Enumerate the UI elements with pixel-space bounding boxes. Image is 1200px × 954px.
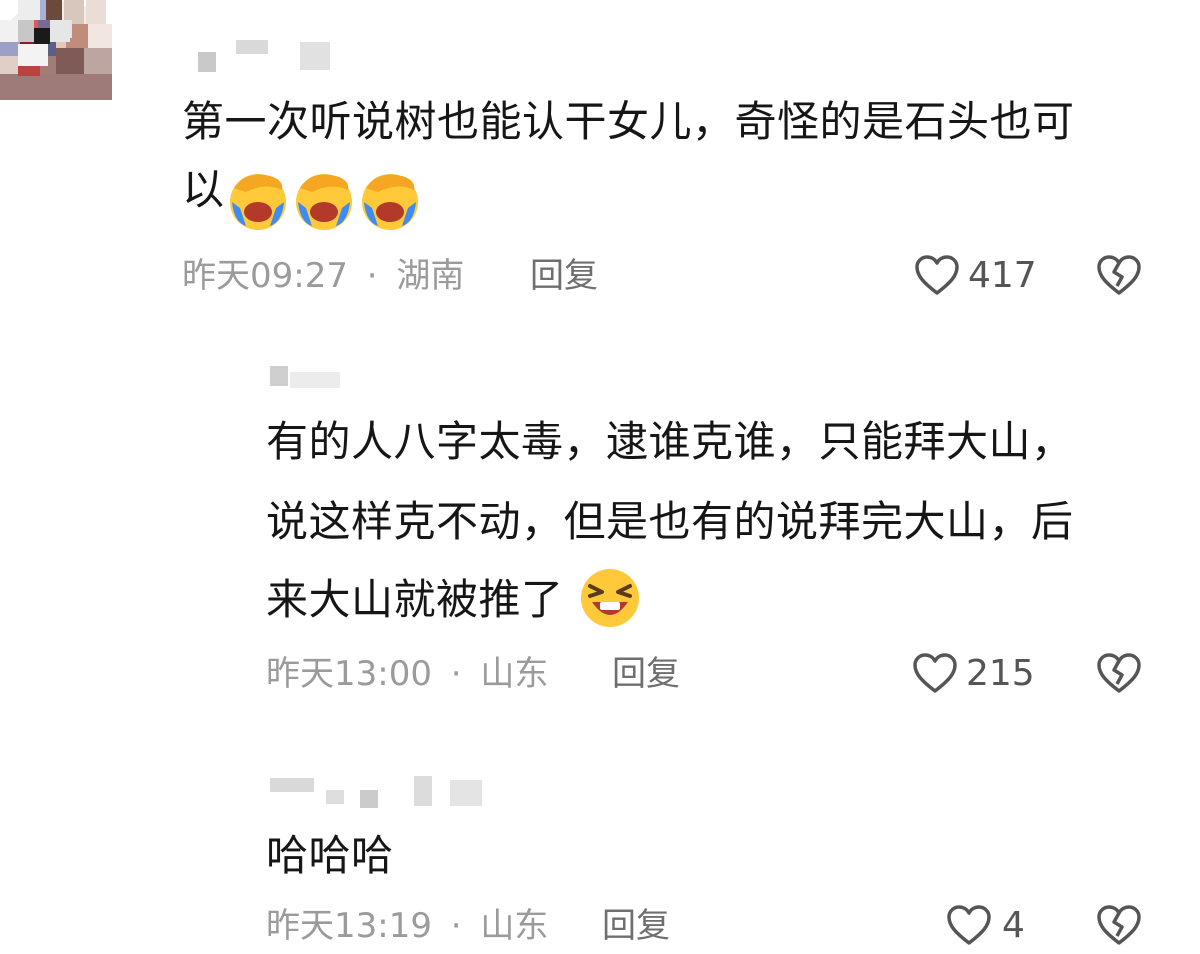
broken-heart-icon[interactable] — [1096, 254, 1142, 296]
comment-meta: 昨天13:19 · 山东 — [266, 906, 548, 946]
reply-button[interactable]: 回复 — [612, 654, 680, 694]
reply-button[interactable]: 回复 — [530, 256, 598, 296]
username[interactable] — [270, 366, 288, 386]
timestamp: 昨天09:27 — [182, 256, 348, 296]
username-pixel — [326, 790, 344, 804]
separator: · — [450, 654, 462, 694]
like-count: 4 — [1002, 905, 1025, 946]
username-pixel — [300, 42, 330, 70]
facepalm-crying-emoji — [362, 174, 418, 230]
username-pixel — [290, 372, 340, 388]
reply-button[interactable]: 回复 — [602, 906, 670, 946]
facepalm-crying-emoji — [230, 174, 286, 230]
comment-meta: 昨天09:27 · 湖南 — [182, 256, 464, 296]
username-pixel — [360, 790, 378, 808]
username[interactable] — [270, 778, 314, 792]
username[interactable] — [198, 52, 216, 72]
location: 湖南 — [396, 256, 465, 296]
timestamp: 昨天13:19 — [266, 906, 432, 946]
comment-meta: 昨天13:00 · 山东 — [266, 654, 548, 694]
heart-outline-icon[interactable] — [946, 904, 992, 946]
comment-text-line: 说这样克不动，但是也有的说拜完大山，后 — [266, 497, 1074, 546]
like-count: 417 — [968, 255, 1037, 296]
broken-heart-icon[interactable] — [1096, 904, 1142, 946]
like-count: 215 — [966, 653, 1035, 694]
location: 山东 — [480, 654, 549, 694]
comment-text-line: 来大山就被推了 — [266, 575, 564, 624]
avatar[interactable] — [0, 0, 72, 246]
comment-text-line: 以 — [182, 165, 225, 214]
laughing-squint-emoji — [581, 569, 639, 627]
location: 山东 — [480, 906, 549, 946]
separator: · — [450, 906, 462, 946]
comment-3: 哈哈哈 昨天13:19 · 山东 回复 4 — [0, 0, 1200, 946]
heart-outline-icon[interactable] — [914, 254, 960, 296]
avatar[interactable] — [0, 0, 72, 176]
facepalm-crying-emoji — [296, 174, 352, 230]
separator: · — [366, 256, 378, 296]
username-pixel — [236, 40, 268, 54]
timestamp: 昨天13:00 — [266, 654, 432, 694]
comment-1: 第一次听说树也能认干女儿，奇怪的是石头也可 以 昨天09:27 · 湖南 回复 … — [0, 0, 1200, 296]
broken-heart-icon[interactable] — [1096, 652, 1142, 694]
username-pixel — [450, 780, 482, 806]
username-pixel — [414, 776, 432, 806]
comment-text-line: 第一次听说树也能认干女儿，奇怪的是石头也可 — [182, 97, 1075, 146]
comment-text-line: 有的人八字太毒，逮谁克谁，只能拜大山， — [266, 417, 1074, 466]
comment-text-line: 哈哈哈 — [266, 831, 394, 880]
heart-outline-icon[interactable] — [912, 652, 958, 694]
